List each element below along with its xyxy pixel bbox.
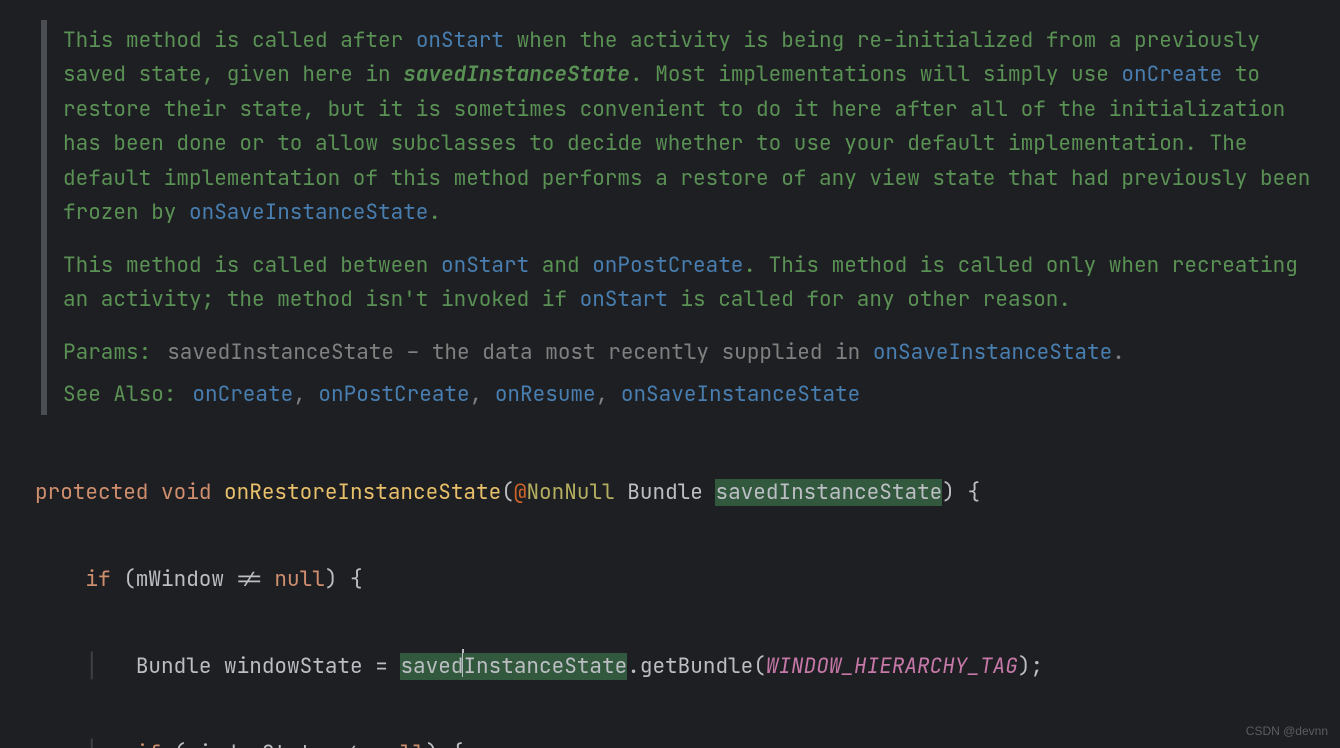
- text: ) {: [426, 740, 464, 748]
- text: );: [1018, 653, 1043, 680]
- text: Bundle windowState =: [136, 653, 401, 680]
- keyword: null: [274, 566, 324, 593]
- indent-guide: │: [85, 740, 98, 748]
- constant: WINDOW_HIERARCHY_TAG: [766, 653, 1018, 680]
- params-value: savedInstanceState – the data most recen…: [167, 336, 1125, 370]
- code-line[interactable]: if (mWindow != null) {: [35, 558, 1340, 602]
- text: .: [428, 199, 441, 226]
- text: This method is called between: [63, 252, 441, 279]
- code-editor[interactable]: protected void onRestoreInstanceState(@N…: [35, 427, 1340, 748]
- link-onPostCreate[interactable]: onPostCreate: [592, 252, 743, 279]
- text: (mWindow !=: [111, 566, 275, 593]
- keyword: void: [161, 479, 211, 506]
- annotation: NonNull: [526, 479, 614, 506]
- code-line[interactable]: protected void onRestoreInstanceState(@N…: [35, 471, 1340, 515]
- text: .getBundle(: [627, 653, 766, 680]
- code-line-current[interactable]: │ Bundle windowState = savedInstanceStat…: [35, 645, 1340, 689]
- params-label: Params:: [63, 336, 151, 370]
- link-onStart[interactable]: onStart: [416, 27, 504, 54]
- highlight: InstanceState: [463, 653, 627, 680]
- see-also-label: See Also:: [63, 378, 176, 412]
- text: This method is called after: [63, 27, 416, 54]
- keyword: protected: [35, 479, 148, 506]
- keyword: if: [136, 740, 161, 748]
- code-line[interactable]: │ if (windowState != null) {: [35, 732, 1340, 748]
- javadoc-paragraph: This method is called after onStart when…: [63, 24, 1312, 231]
- javadoc-paragraph: This method is called between onStart an…: [63, 249, 1312, 318]
- link-onCreate[interactable]: onCreate: [192, 381, 293, 408]
- link-onResume[interactable]: onResume: [495, 381, 596, 408]
- sep: ,: [293, 381, 318, 408]
- doc-border: [41, 20, 47, 415]
- param-desc: the data most recently supplied in: [432, 339, 873, 366]
- separator: –: [394, 339, 432, 366]
- text: .: [1112, 339, 1125, 366]
- text: (windowState !=: [161, 740, 375, 748]
- javadoc-params-row: Params: savedInstanceState – the data mo…: [63, 336, 1312, 370]
- editor-gutter: [3, 0, 25, 748]
- text: and: [529, 252, 592, 279]
- see-also-links: onCreate, onPostCreate, onResume, onSave…: [192, 378, 860, 412]
- link-onSaveInstanceState[interactable]: onSaveInstanceState: [873, 339, 1112, 366]
- link-onCreate[interactable]: onCreate: [1121, 61, 1222, 88]
- annotation-at: @: [514, 479, 527, 506]
- keyword: null: [375, 740, 425, 748]
- link-onPostCreate[interactable]: onPostCreate: [318, 381, 469, 408]
- link-onSaveInstanceState[interactable]: onSaveInstanceState: [189, 199, 428, 226]
- param-ref: savedInstanceState: [403, 61, 630, 88]
- sep: ,: [596, 381, 621, 408]
- method-name: onRestoreInstanceState: [224, 479, 501, 506]
- link-onStart[interactable]: onStart: [441, 252, 529, 279]
- type: Bundle: [627, 479, 715, 506]
- link-onSaveInstanceState[interactable]: onSaveInstanceState: [621, 381, 860, 408]
- sep: ,: [470, 381, 495, 408]
- text: ) {: [325, 566, 363, 593]
- javadoc-see-also-row: See Also: onCreate, onPostCreate, onResu…: [63, 378, 1312, 412]
- param-name: savedInstanceState: [167, 339, 394, 366]
- keyword: if: [85, 566, 110, 593]
- indent-guide: │: [85, 653, 98, 680]
- text: ) {: [942, 479, 980, 506]
- highlight: saved: [400, 653, 463, 680]
- watermark: CSDN @devnn: [1246, 724, 1328, 738]
- javadoc-popup: This method is called after onStart when…: [63, 24, 1312, 420]
- text: . Most implementations will simply use: [630, 61, 1121, 88]
- text: is called for any other reason.: [668, 286, 1071, 313]
- link-onStart[interactable]: onStart: [580, 286, 668, 313]
- param-highlight: savedInstanceState: [715, 479, 942, 506]
